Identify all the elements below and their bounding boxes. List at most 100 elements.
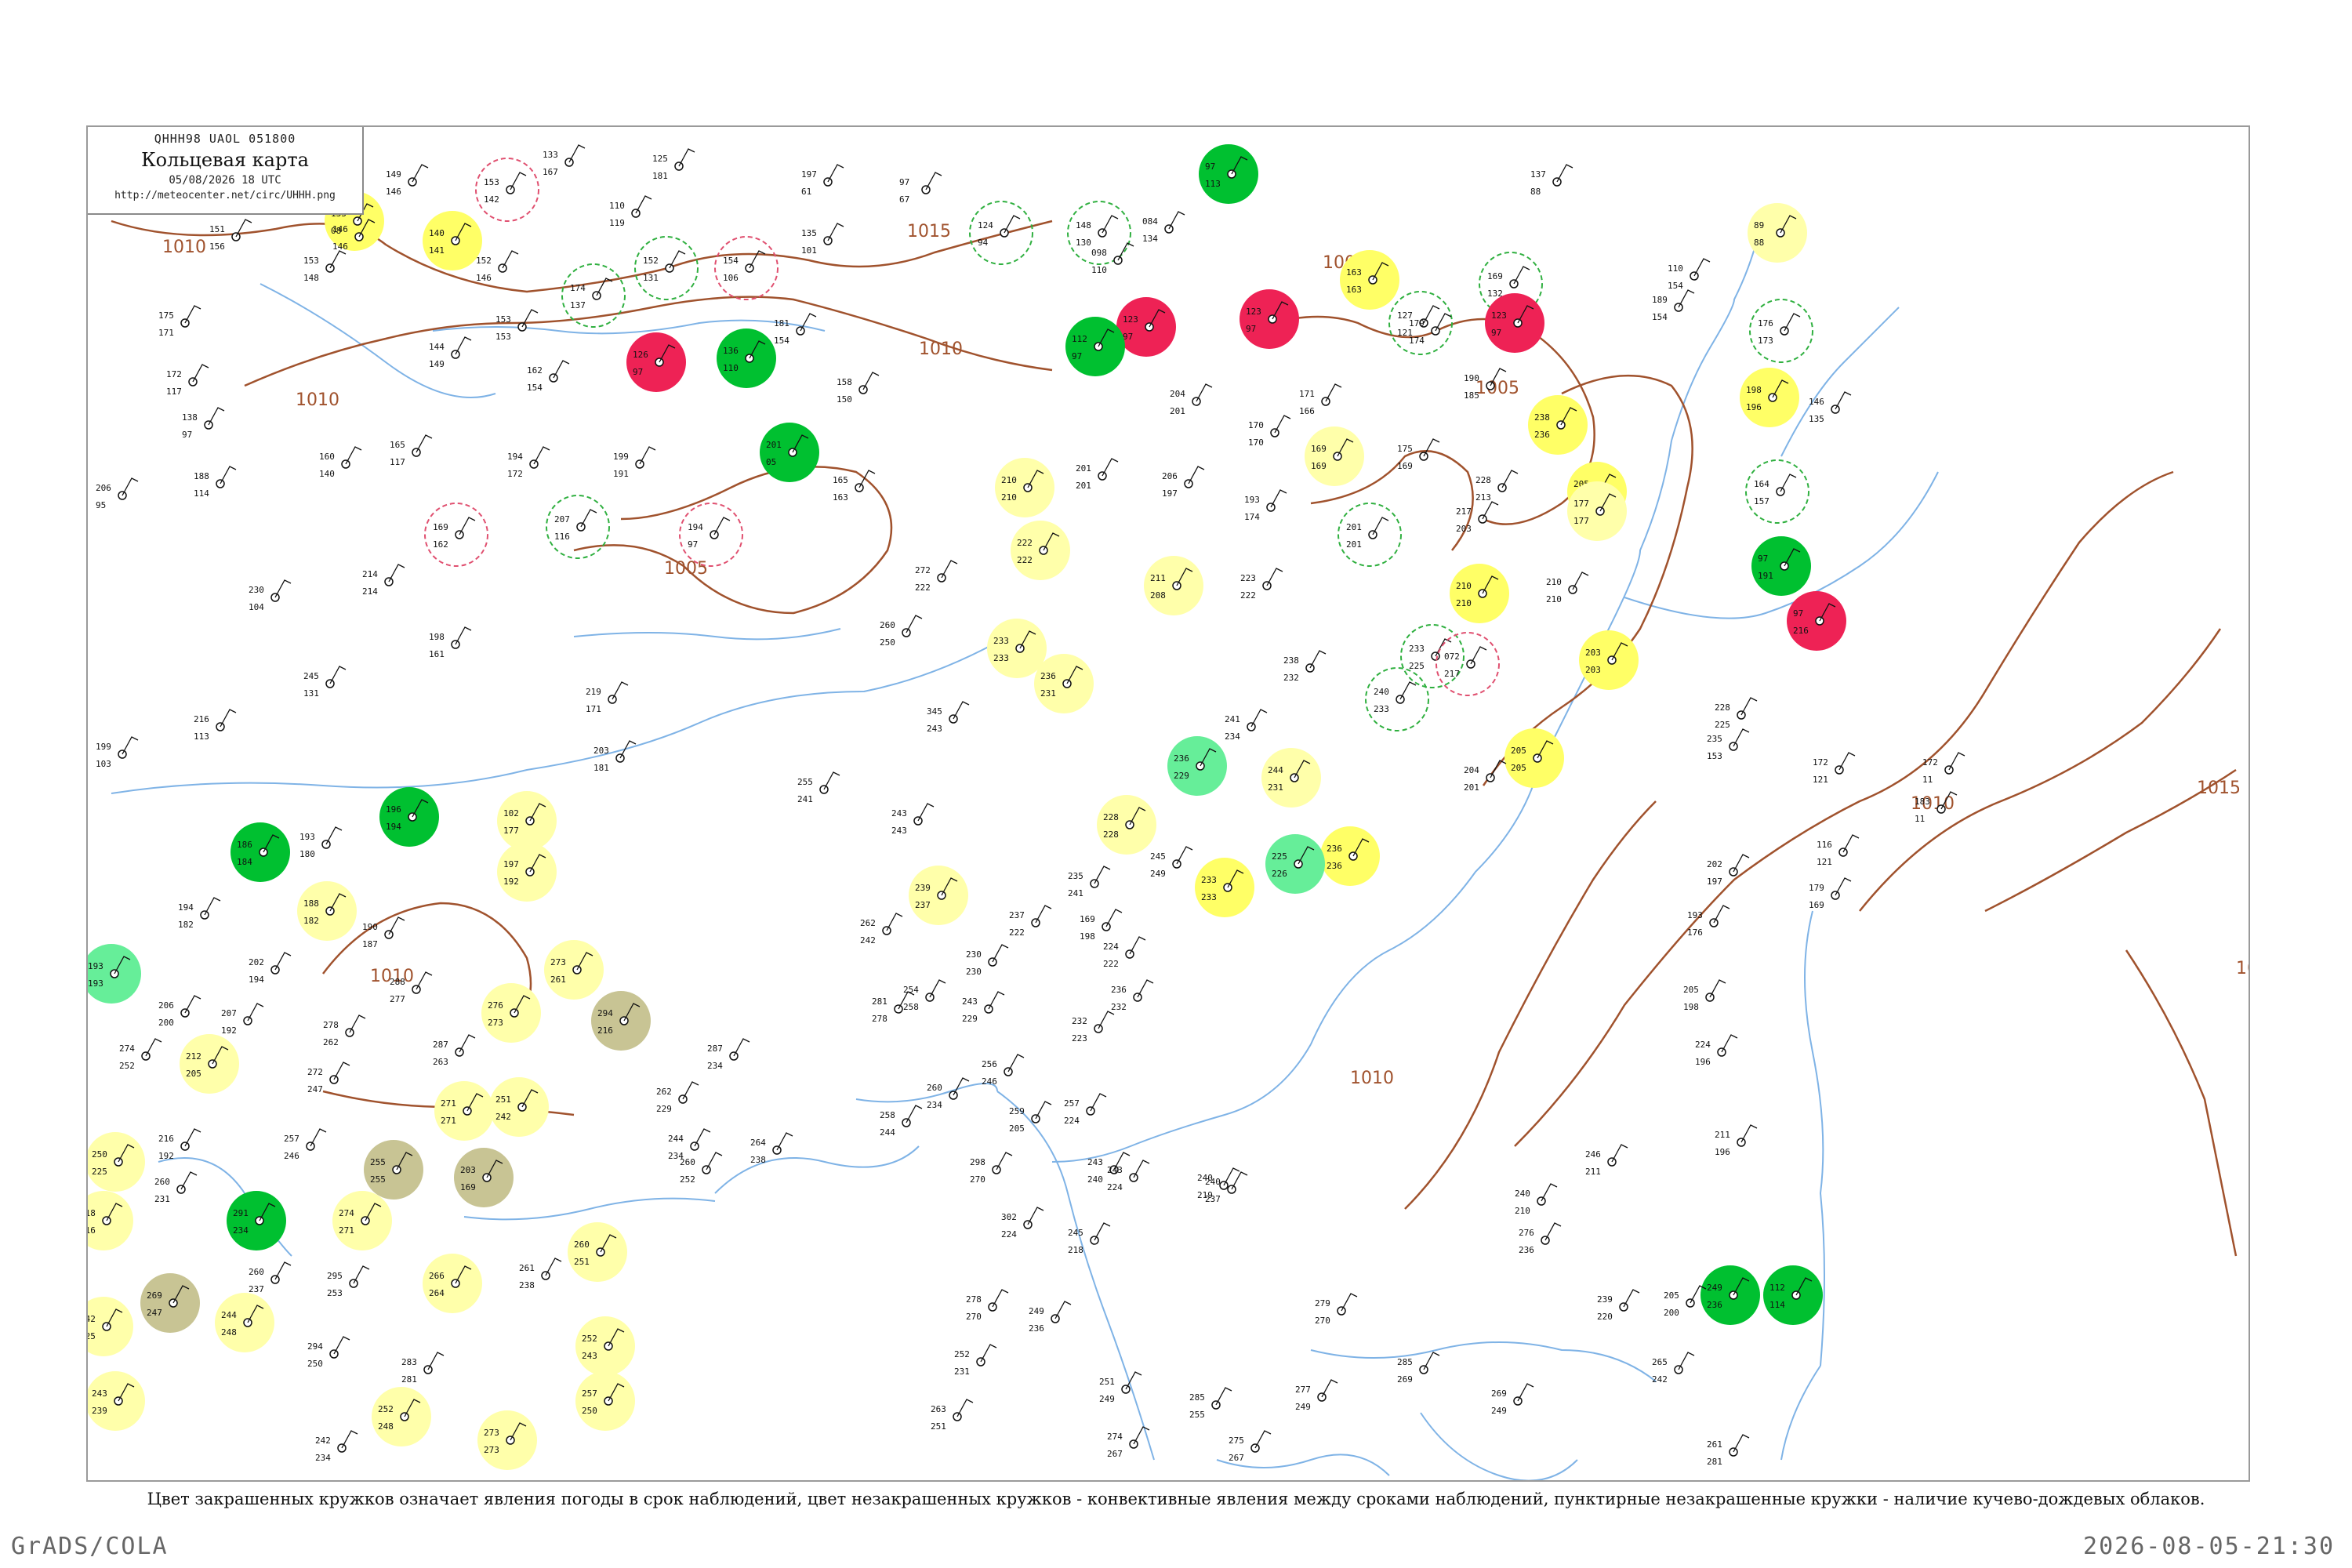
station-marker[interactable]: 158 150 [837,372,880,405]
station-marker[interactable]: 269 247 [140,1273,200,1333]
station-marker[interactable]: 254258 [903,979,946,1012]
station-marker[interactable]: 186 184 [230,822,290,882]
station-marker[interactable]: 294 216 [591,991,651,1051]
station-marker[interactable]: 243 239 [88,1371,145,1431]
station-marker[interactable]: 260 234 [927,1077,970,1110]
station-marker[interactable]: 230 230 [966,944,1009,977]
station-marker[interactable]: 249 236 [1029,1301,1072,1334]
station-marker[interactable]: 277 249 [1295,1379,1338,1412]
station-marker[interactable]: 110 154 [1668,258,1711,291]
station-marker[interactable]: 169 169 [1305,426,1364,486]
station-marker[interactable]: 136 110 [717,328,776,388]
station-marker[interactable]: 176 173 [1749,299,1813,363]
station-marker[interactable]: 291 234 [227,1191,286,1250]
station-marker[interactable]: 287 263 [433,1034,476,1067]
station-marker[interactable]: 260 231 [154,1171,198,1204]
station-marker[interactable]: 260 251 [568,1222,627,1282]
station-marker[interactable]: 269 249 [1491,1383,1534,1416]
station-marker[interactable]: 153 142 [475,158,539,222]
station-marker[interactable]: 112 97 [1065,317,1125,376]
station-marker[interactable]: 259 205 [1009,1101,1052,1134]
station-marker[interactable]: 179 174 [1409,313,1452,346]
station-marker[interactable]: 210 210 [1450,564,1509,623]
station-marker[interactable]: 244234 [668,1128,711,1161]
station-marker[interactable]: 205 198 [1683,979,1726,1012]
station-marker[interactable]: 219 171 [586,681,629,714]
station-marker[interactable]: 261 281 [1707,1434,1750,1467]
station-marker[interactable]: 218 216 [88,1191,133,1250]
station-marker[interactable]: 12397 [1240,289,1299,349]
station-marker[interactable]: 194 182 [178,897,221,930]
station-marker[interactable]: 201 201 [1338,503,1402,567]
station-marker[interactable]: 97 67 [899,172,942,205]
station-marker[interactable]: 199 103 [96,736,139,769]
station-marker[interactable]: 233 233 [987,619,1047,678]
station-marker[interactable]: 295 253 [327,1265,370,1298]
station-marker[interactable]: 242 234 [315,1430,358,1463]
station-marker[interactable]: 236 231 [1034,654,1094,713]
station-marker[interactable]: 273 261 [544,940,604,1000]
station-marker[interactable]: 160 140 [319,446,362,479]
station-marker[interactable]: 125 181 [652,148,695,181]
station-marker[interactable]: 177 177 [1567,481,1627,541]
station-marker[interactable]: 216 113 [194,709,237,742]
station-marker[interactable]: 202 194 [249,952,292,985]
station-marker[interactable]: 298 270 [970,1152,1013,1185]
station-marker[interactable]: 272 222 [915,560,958,593]
station-marker[interactable]: 252 231 [954,1344,997,1377]
station-marker[interactable]: 164 157 [1745,459,1809,524]
station-marker[interactable]: 276 236 [1519,1222,1562,1255]
station-marker[interactable]: 190 187 [362,916,405,949]
station-marker[interactable]: 294 250 [307,1336,350,1369]
station-marker[interactable]: 205 205 [1504,728,1564,788]
station-marker[interactable]: 272 247 [307,1062,350,1094]
station-marker[interactable]: 236 229 [1167,736,1227,796]
station-marker[interactable]: 162 154 [527,360,570,393]
station-marker[interactable]: 193 174 [1244,489,1287,522]
station-marker[interactable]: 238 232 [1283,650,1327,683]
station-marker[interactable]: 203 203 [1579,630,1639,690]
station-marker[interactable]: 210 210 [995,458,1054,517]
station-marker[interactable]: 278 262 [323,1014,366,1047]
station-marker[interactable]: 210 210 [1546,572,1589,604]
station-marker[interactable]: 252 248 [372,1387,431,1446]
station-marker[interactable]: 230 104 [249,579,292,612]
station-marker[interactable]: 171 166 [1299,383,1342,416]
station-marker[interactable]: 224 222 [1103,936,1146,969]
station-marker[interactable]: 116 121 [1817,834,1860,867]
station-marker[interactable]: 199 191 [613,446,656,479]
station-marker[interactable]: 133 167 [543,144,586,177]
station-marker[interactable]: 278 270 [966,1289,1009,1322]
station-marker[interactable]: 258 244 [880,1105,923,1138]
station-marker[interactable]: 206 200 [158,995,201,1028]
station-marker[interactable]: 261 238 [519,1258,562,1290]
station-marker[interactable]: 285 255 [1189,1387,1232,1420]
station-marker[interactable]: 228 228 [1097,795,1156,855]
station-marker[interactable]: 235 241 [1068,866,1111,898]
station-marker[interactable]: 196 194 [379,787,439,847]
station-marker[interactable]: 275 267 [1229,1430,1272,1463]
station-marker[interactable]: 246 211 [1585,1144,1628,1177]
station-marker[interactable]: 244 248 [215,1293,274,1352]
station-marker[interactable]: 239 220 [1597,1289,1640,1322]
station-marker[interactable]: 153 153 [495,309,539,342]
station-marker[interactable]: 235 153 [1707,728,1750,761]
station-marker[interactable]: 146 135 [1809,391,1852,424]
station-marker[interactable]: 140 141 [423,211,482,270]
station-marker[interactable]: 255 241 [797,771,840,804]
station-marker[interactable]: 163 163 [1340,250,1399,310]
station-marker[interactable]: 206 95 [96,477,139,510]
station-marker[interactable]: 274 271 [332,1191,392,1250]
source-url[interactable]: http://meteocenter.net/circ/UHHH.png [88,190,362,201]
station-marker[interactable]: 97 216 [1787,591,1846,651]
station-marker[interactable]: 12397 [1116,297,1176,357]
station-marker[interactable]: 211 208 [1144,556,1203,615]
station-marker[interactable]: 216 192 [158,1128,201,1161]
station-marker[interactable]: 257 250 [575,1371,635,1431]
station-marker[interactable]: 137 88 [1530,164,1573,197]
station-marker[interactable]: 194 97 [679,503,743,567]
station-marker[interactable]: 165 163 [833,470,876,503]
station-marker[interactable]: 154 106 [714,236,779,300]
station-marker[interactable]: 236 232 [1111,979,1154,1012]
station-marker[interactable]: 228 213 [1475,470,1519,503]
